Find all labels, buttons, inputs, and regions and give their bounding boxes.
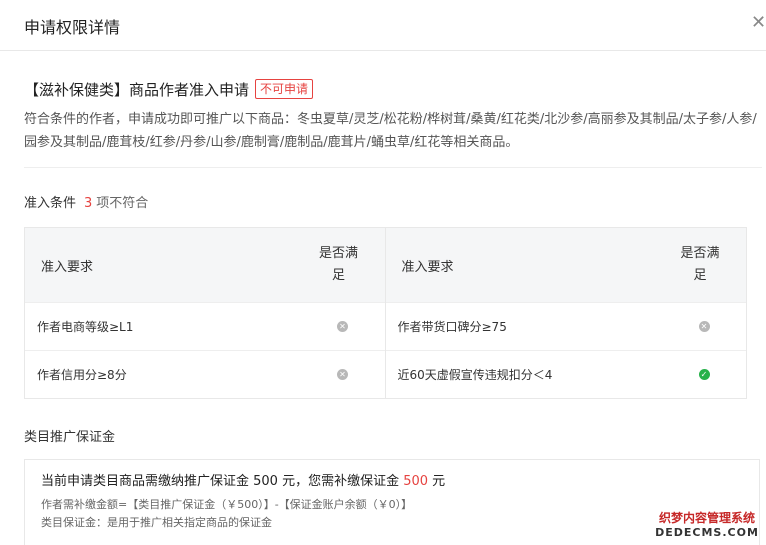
deposit-main-suffix: 元: [428, 474, 446, 489]
conditions-column-right: 准入要求 是否满足 作者带货口碑分≥75 ✕ 近60天虚假宣传违规扣分＜4 ✓: [385, 228, 746, 398]
application-title-row: 【滋补保健类】商品作者准入申请 不可申请: [24, 78, 762, 100]
requirement-text: 近60天虚假宣传违规扣分＜4: [397, 368, 553, 382]
deposit-main-text: 当前申请类目商品需缴纳推广保证金 500 元，您需补缴保证金 500 元: [41, 472, 743, 492]
header-met-line2: 足: [693, 268, 707, 283]
conditions-title-row: 准入条件 3 项不符合: [24, 192, 762, 211]
watermark-logo: 织梦内容管理系统 DEDECMS.COM: [652, 510, 762, 544]
conditions-column-left: 准入要求 是否满足 作者电商等级≥L1 ✕ 作者信用分≥8分 ✕: [25, 228, 386, 398]
table-row: 近60天虚假宣传违规扣分＜4 ✓: [385, 350, 746, 398]
table-header: 准入要求 是否满足: [385, 228, 746, 302]
table-row: 作者电商等级≥L1 ✕: [25, 302, 385, 350]
unmet-suffix: 项不符合: [96, 196, 149, 211]
x-circle-icon: ✕: [337, 321, 348, 332]
conditions-title: 准入条件: [24, 196, 77, 211]
status-badge: 不可申请: [255, 79, 314, 99]
check-circle-icon: ✓: [698, 369, 710, 380]
header-met-line1: 是否满: [680, 246, 720, 261]
deposit-note: 类目保证金：是用于推广相关指定商品的保证金: [41, 516, 272, 529]
watermark-line2: DEDECMS.COM: [655, 526, 759, 539]
header-met-line1: 是否满: [318, 246, 358, 261]
deposit-title: 类目推广保证金: [24, 430, 116, 445]
conditions-table: 准入要求 是否满足 作者电商等级≥L1 ✕ 作者信用分≥8分 ✕ 准入要求 是否…: [24, 227, 747, 399]
table-header: 准入要求 是否满足: [25, 228, 385, 302]
header-met: 是否满足: [670, 243, 730, 287]
header-requirement: 准入要求: [41, 259, 94, 275]
unmet-count: 3: [84, 196, 93, 211]
header-met: 是否满足: [309, 243, 369, 287]
deposit-amount: 500: [403, 474, 429, 489]
divider: [24, 167, 762, 168]
table-row: 作者信用分≥8分 ✕: [25, 350, 385, 398]
deposit-box: 当前申请类目商品需缴纳推广保证金 500 元，您需补缴保证金 500 元 作者需…: [24, 459, 760, 545]
dialog-header: 申请权限详情 ✕: [0, 0, 766, 51]
header-met-line2: 足: [331, 268, 345, 283]
requirement-text: 作者电商等级≥L1: [37, 320, 134, 334]
x-circle-icon: ✕: [337, 369, 348, 380]
watermark-line1: 织梦内容管理系统: [658, 511, 755, 525]
requirement-text: 作者带货口碑分≥75: [397, 320, 507, 334]
header-requirement: 准入要求: [401, 259, 454, 275]
deposit-formula: 作者需补缴金额=【类目推广保证金（￥500）】-【保证金账户余额（￥0）】: [41, 498, 413, 511]
close-icon[interactable]: ✕: [751, 13, 766, 33]
dialog-title: 申请权限详情: [24, 18, 121, 37]
table-row: 作者带货口碑分≥75 ✕: [385, 302, 746, 350]
application-description: 符合条件的作者，申请成功即可推广以下商品：冬虫夏草/灵芝/松花粉/桦树茸/桑黄/…: [24, 112, 757, 150]
requirement-text: 作者信用分≥8分: [37, 368, 127, 382]
application-title: 【滋补保健类】商品作者准入申请: [24, 80, 250, 99]
deposit-main-prefix: 当前申请类目商品需缴纳推广保证金 500 元，您需补缴保证金: [41, 474, 404, 489]
x-circle-icon: ✕: [698, 321, 710, 332]
